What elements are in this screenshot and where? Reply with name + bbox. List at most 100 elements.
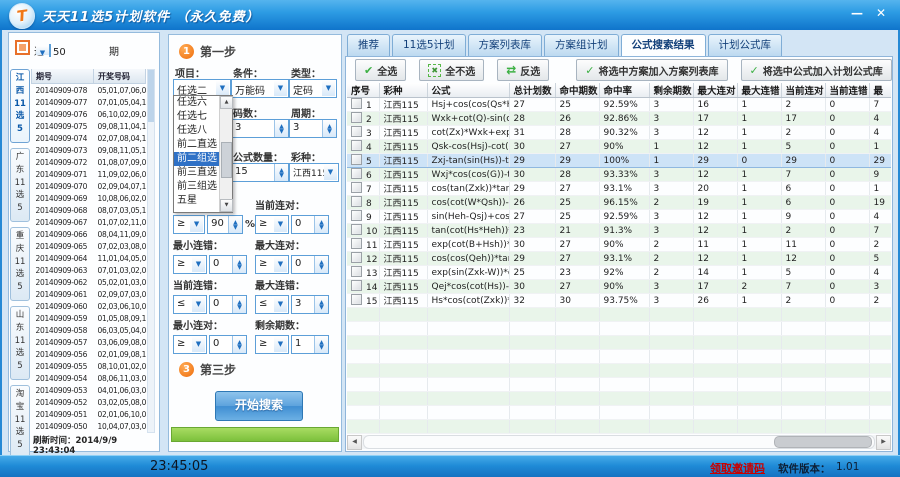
row-checkbox[interactable] bbox=[351, 252, 362, 263]
scrollbar-thumb[interactable] bbox=[221, 142, 232, 178]
operator-select[interactable]: ≤ ▼ bbox=[173, 295, 207, 314]
operator-select[interactable]: ≤ ▼ bbox=[255, 295, 289, 314]
add-to-formula-library-button[interactable]: ✓ 将选中公式加入计划公式库 bbox=[741, 59, 892, 81]
column-header[interactable]: 公式 bbox=[427, 83, 509, 98]
row-checkbox[interactable] bbox=[351, 210, 362, 221]
history-row[interactable]: 20140909-063 07,01,03,02,08 bbox=[32, 264, 146, 276]
history-scrollbar[interactable] bbox=[147, 69, 155, 433]
spinner-arrows-icon[interactable]: ▲▼ bbox=[228, 216, 242, 233]
value-spinner[interactable]: 3 ▲▼ bbox=[291, 295, 329, 314]
history-row[interactable]: 20140909-060 02,03,06,10,04 bbox=[32, 300, 146, 312]
row-checkbox[interactable] bbox=[351, 266, 362, 277]
side-tab[interactable]: 淘 宝 11 选 5 bbox=[10, 385, 30, 459]
value-spinner[interactable]: 0 ▲▼ bbox=[209, 335, 247, 354]
column-header[interactable]: 总计划数 bbox=[509, 83, 555, 98]
column-header[interactable]: 命中期数 bbox=[555, 83, 599, 98]
operator-select[interactable]: ≥ ▼ bbox=[173, 215, 205, 234]
history-row[interactable]: 20140909-066 08,04,11,09,07 bbox=[32, 228, 146, 240]
history-row[interactable]: 20140909-050 10,04,07,03,02 bbox=[32, 420, 146, 432]
history-row[interactable]: 20140909-057 03,06,09,08,02 bbox=[32, 336, 146, 348]
history-row[interactable]: 20140909-055 08,10,01,02,03 bbox=[32, 360, 146, 372]
history-row[interactable]: 20140909-071 11,09,02,06,03 bbox=[32, 168, 146, 180]
table-row[interactable]: 13 江西115 exp(sin(Zxk-W))*c… 25 23 92% 2 … bbox=[347, 266, 891, 280]
row-checkbox[interactable] bbox=[351, 294, 362, 305]
dropdown-option[interactable]: 任选六 bbox=[174, 96, 220, 110]
side-tab[interactable]: 江 西 11 选 5 bbox=[10, 69, 30, 143]
recent-count-select[interactable]: 50 ▼ bbox=[49, 44, 51, 57]
history-row[interactable]: 20140909-070 02,09,04,07,10 bbox=[32, 180, 146, 192]
side-tab[interactable]: 广 东 11 选 5 bbox=[10, 148, 30, 222]
table-row[interactable]: 12 江西115 cos(cos(Qeh))*tan(… 29 27 93.1%… bbox=[347, 252, 891, 266]
value-spinner[interactable]: 0 ▲▼ bbox=[291, 215, 329, 234]
value-spinner[interactable]: 1 ▲▼ bbox=[291, 335, 329, 354]
result-tab[interactable]: 推荐 bbox=[347, 34, 390, 56]
operator-select[interactable]: ≥ ▼ bbox=[255, 255, 289, 274]
column-header[interactable]: 最 bbox=[869, 83, 891, 98]
history-row[interactable]: 20140909-052 03,02,05,08,07 bbox=[32, 396, 146, 408]
start-search-button[interactable]: 开始搜索 bbox=[215, 391, 303, 421]
dropdown-option[interactable]: 前二组选 bbox=[174, 152, 220, 166]
spinner-arrows-icon[interactable]: ▲▼ bbox=[314, 216, 328, 233]
table-row[interactable]: 11 江西115 exp(cot(B+Hsh))*co… 30 27 90% 2… bbox=[347, 238, 891, 252]
spinner-arrows-icon[interactable]: ▲▼ bbox=[274, 164, 288, 181]
row-checkbox[interactable] bbox=[351, 112, 362, 123]
result-tab[interactable]: 方案组计划 bbox=[544, 34, 619, 56]
spinner-arrows-icon[interactable]: ▲▼ bbox=[232, 336, 246, 353]
table-row[interactable]: 6 江西115 Wxj*cos(cos(G))-ta… 30 28 93.33%… bbox=[347, 168, 891, 182]
row-checkbox[interactable] bbox=[351, 126, 362, 137]
dropdown-option[interactable]: 任选七 bbox=[174, 110, 220, 124]
value-spinner[interactable]: 0 ▲▼ bbox=[209, 255, 247, 274]
column-header[interactable]: 彩种 bbox=[379, 83, 427, 98]
history-row[interactable]: 20140909-069 10,08,06,02,05 bbox=[32, 192, 146, 204]
horizontal-scrollbar[interactable]: ◀ ▶ bbox=[347, 435, 891, 449]
scroll-left-icon[interactable]: ◀ bbox=[347, 435, 362, 450]
digits-spinner[interactable]: 3 ▲▼ bbox=[231, 119, 289, 138]
scroll-right-icon[interactable]: ▶ bbox=[876, 435, 891, 450]
history-row[interactable]: 20140909-061 02,09,07,03,08 bbox=[32, 288, 146, 300]
recent-checkbox[interactable] bbox=[15, 40, 30, 55]
history-row[interactable]: 20140909-072 01,08,07,09,05 bbox=[32, 156, 146, 168]
side-tab[interactable]: 重 庆 11 选 5 bbox=[10, 227, 30, 301]
formula-count-spinner[interactable]: 15 ▲▼ bbox=[231, 163, 289, 182]
row-checkbox[interactable] bbox=[351, 98, 362, 109]
history-row[interactable]: 20140909-076 06,10,02,09,08 bbox=[32, 108, 146, 120]
scroll-up-icon[interactable]: ▲ bbox=[220, 96, 233, 109]
row-checkbox[interactable] bbox=[351, 196, 362, 207]
table-row[interactable]: 14 江西115 Qej*cos(cot(Hs))-si… 30 27 90% … bbox=[347, 280, 891, 294]
dropdown-option[interactable]: 五星 bbox=[174, 194, 220, 208]
column-header-period[interactable]: 期号 bbox=[32, 69, 94, 84]
column-header[interactable]: 当前连对 bbox=[781, 83, 825, 98]
operator-select[interactable]: ≥ ▼ bbox=[255, 335, 289, 354]
history-row[interactable]: 20140909-078 05,01,07,06,08 bbox=[32, 84, 146, 97]
operator-select[interactable]: ≥ ▼ bbox=[255, 215, 289, 234]
row-checkbox[interactable] bbox=[351, 280, 362, 291]
side-tab[interactable]: 山 东 11 选 5 bbox=[10, 306, 30, 380]
history-row[interactable]: 20140909-062 05,02,01,03,08 bbox=[32, 276, 146, 288]
dropdown-scrollbar[interactable]: ▲ ▼ bbox=[219, 96, 232, 212]
select-none-button[interactable]: ✖ 全不选 bbox=[419, 59, 484, 81]
row-checkbox[interactable] bbox=[351, 238, 362, 249]
spinner-arrows-icon[interactable]: ▲▼ bbox=[232, 256, 246, 273]
row-checkbox[interactable] bbox=[351, 168, 362, 179]
result-tab[interactable]: 计划公式库 bbox=[708, 34, 783, 56]
spinner-arrows-icon[interactable]: ▲▼ bbox=[232, 296, 246, 313]
table-row[interactable]: 9 江西115 sin(Heh-Qsj)+cos(S) 27 25 92.59%… bbox=[347, 210, 891, 224]
history-row[interactable]: 20140909-075 09,08,11,04,10 bbox=[32, 120, 146, 132]
spinner-arrows-icon[interactable]: ▲▼ bbox=[314, 336, 328, 353]
operator-select[interactable]: ≥ ▼ bbox=[173, 335, 207, 354]
operator-select[interactable]: ≥ ▼ bbox=[173, 255, 207, 274]
value-spinner[interactable]: 0 ▲▼ bbox=[291, 255, 329, 274]
cycle-spinner[interactable]: 3 ▲▼ bbox=[289, 119, 337, 138]
history-row[interactable]: 20140909-074 02,07,08,04,10 bbox=[32, 132, 146, 144]
history-row[interactable]: 20140909-067 01,07,02,11,04 bbox=[32, 216, 146, 228]
value-spinner[interactable]: 0 ▲▼ bbox=[209, 295, 247, 314]
column-header[interactable]: 最大连对 bbox=[693, 83, 737, 98]
row-checkbox[interactable] bbox=[351, 182, 362, 193]
spinner-arrows-icon[interactable]: ▲▼ bbox=[314, 256, 328, 273]
spinner-arrows-icon[interactable]: ▲▼ bbox=[322, 120, 336, 137]
row-checkbox[interactable] bbox=[351, 154, 362, 165]
spinner-arrows-icon[interactable]: ▲▼ bbox=[274, 120, 288, 137]
scroll-down-icon[interactable]: ▼ bbox=[220, 199, 233, 212]
history-row[interactable]: 20140909-065 07,02,03,08,04 bbox=[32, 240, 146, 252]
table-row[interactable]: 7 江西115 cos(tan(Zxk))*tan(… 29 27 93.1% … bbox=[347, 182, 891, 196]
